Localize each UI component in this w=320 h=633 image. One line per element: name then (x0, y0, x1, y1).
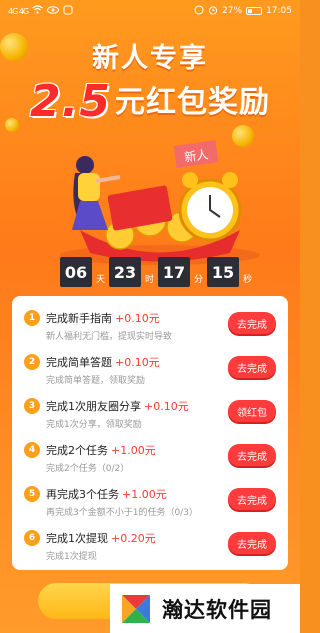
task-number-badge: 6 (24, 530, 40, 546)
task-number-badge: 2 (24, 354, 40, 370)
task-title: 完成简单答题 +0.10元 (46, 354, 160, 370)
task-description: 再完成3个金额不小于1的任务（0/3） (46, 508, 198, 518)
task-title: 再完成3个任务 +1.00元 (46, 486, 167, 502)
watermark: 瀚达软件园 (110, 584, 300, 633)
task-description: 完成简单答题，领取奖励 (46, 376, 146, 386)
task-action-button[interactable]: 去完成 (228, 488, 276, 510)
task-item: 4 完成2个任务 +1.00元 完成2个任务（0/2） 去完成 (12, 436, 288, 480)
task-item: 1 完成新手指南 +0.10元 新人福利无门槛，提现实时导致 去完成 (12, 304, 288, 348)
task-number-badge: 1 (24, 310, 40, 326)
countdown-hours: 23 (109, 257, 142, 287)
task-description: 完成1次提现 (46, 552, 97, 562)
countdown-hours-unit: 时 (145, 274, 155, 285)
task-title-text: 完成简单答题 (46, 356, 112, 369)
task-reward: +0.10元 (115, 312, 160, 325)
task-title-text: 完成1次提现 (46, 532, 108, 545)
battery-icon (246, 7, 263, 15)
task-item: 3 完成1次朋友圈分享 +0.10元 完成1次分享，领取奖励 领红包 (12, 392, 288, 436)
task-list: 1 完成新手指南 +0.10元 新人福利无门槛，提现实时导致 去完成 2 完成简单… (12, 296, 288, 570)
eye-icon (47, 5, 60, 17)
task-title: 完成1次提现 +0.20元 (46, 530, 156, 546)
task-number-badge: 4 (24, 442, 40, 458)
alarm-icon (208, 5, 218, 18)
signal-icon: 4G 4G (8, 6, 29, 16)
watermark-logo-icon (122, 594, 150, 623)
task-action-button[interactable]: 领红包 (228, 400, 276, 422)
countdown-seconds: 15 (207, 257, 240, 287)
task-reward: +1.00元 (122, 488, 167, 501)
watermark-text: 瀚达软件园 (162, 597, 272, 622)
task-title-text: 完成新手指南 (46, 312, 112, 325)
countdown-seconds-unit: 秒 (243, 274, 253, 285)
task-title-text: 完成1次朋友圈分享 (46, 400, 141, 413)
task-description: 完成2个任务（0/2） (46, 464, 130, 474)
task-title-text: 完成2个任务 (46, 444, 108, 457)
task-reward: +1.00元 (111, 444, 156, 457)
countdown-minutes: 17 (158, 257, 191, 287)
task-reward: +0.10元 (144, 400, 189, 413)
task-description: 完成1次分享，领取奖励 (46, 420, 142, 430)
task-action-button[interactable]: 去完成 (228, 532, 276, 554)
battery-percent: 27% (222, 6, 243, 16)
task-title: 完成2个任务 +1.00元 (46, 442, 156, 458)
task-description: 新人福利无门槛，提现实时导致 (46, 332, 173, 342)
notification-icon (63, 5, 73, 18)
task-action-button[interactable]: 去完成 (228, 312, 276, 334)
countdown-days: 06 (60, 257, 92, 287)
reward-amount: 2.5 (30, 76, 111, 127)
task-reward: +0.10元 (115, 356, 160, 369)
clock-time: 17:05 (266, 6, 292, 16)
task-title: 完成1次朋友圈分享 +0.10元 (46, 398, 189, 414)
reward-suffix: 元红包奖励 (114, 85, 270, 120)
status-bar: 4G 4G 27% 17:05 (0, 0, 300, 22)
task-action-button[interactable]: 去完成 (228, 356, 276, 378)
nfc-icon (194, 5, 204, 18)
task-action-button[interactable]: 去完成 (228, 444, 276, 466)
task-number-badge: 3 (24, 398, 40, 414)
task-item: 6 完成1次提现 +0.20元 完成1次提现 去完成 (12, 524, 288, 568)
task-title-text: 再完成3个任务 (46, 488, 119, 501)
reward-headline: 2.5 元红包奖励 (0, 76, 300, 127)
countdown-days-unit: 天 (96, 274, 106, 285)
task-number-badge: 5 (24, 486, 40, 502)
page-title: 新人专享 (92, 43, 208, 74)
task-title: 完成新手指南 +0.10元 (46, 310, 160, 326)
countdown-minutes-unit: 分 (194, 274, 204, 285)
wifi-icon (32, 5, 43, 17)
task-item: 5 再完成3个任务 +1.00元 再完成3个金额不小于1的任务（0/3） 去完成 (12, 480, 288, 524)
promo-illustration: ¥ 新人 (60, 140, 260, 265)
task-reward: +0.20元 (111, 532, 156, 545)
task-item: 2 完成简单答题 +0.10元 完成简单答题，领取奖励 去完成 (12, 348, 288, 392)
countdown-timer: 06 天 23 时 17 分 15 秒 (60, 256, 256, 288)
